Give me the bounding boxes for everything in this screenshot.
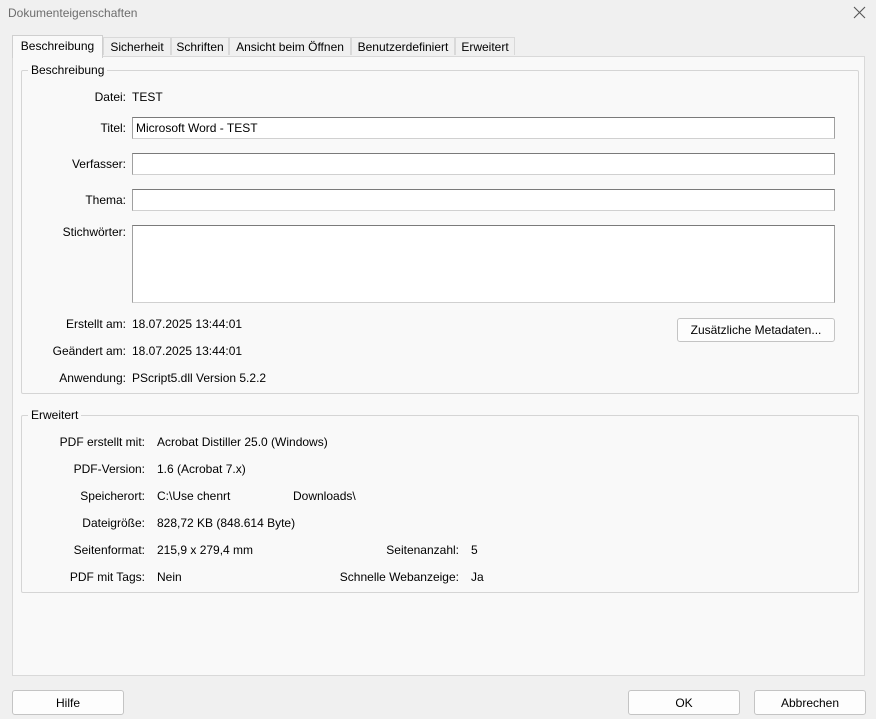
file-value: TEST xyxy=(132,90,163,104)
page-count-value: 5 xyxy=(471,543,478,557)
author-label: Verfasser: xyxy=(71,157,126,171)
producer-label: PDF erstellt mit: xyxy=(59,435,145,449)
pdf-version-value: 1.6 (Acrobat 7.x) xyxy=(157,462,246,476)
close-icon xyxy=(853,6,865,19)
subject-input[interactable] xyxy=(132,189,835,211)
tab-beschreibung[interactable]: Beschreibung xyxy=(12,35,103,58)
help-button[interactable]: Hilfe xyxy=(12,690,124,715)
tab-erweitert[interactable]: Erweitert xyxy=(455,37,515,55)
window-title: Dokumenteigenschaften xyxy=(8,6,138,20)
file-size-label: Dateigröße: xyxy=(82,516,145,530)
tagged-pdf-value: Nein xyxy=(157,570,182,584)
author-input[interactable] xyxy=(132,153,835,175)
description-group-label: Beschreibung xyxy=(28,63,108,77)
keywords-input[interactable] xyxy=(132,225,835,303)
tagged-pdf-label: PDF mit Tags: xyxy=(69,570,145,584)
tab-benutzerdefiniert[interactable]: Benutzerdefiniert xyxy=(351,37,455,55)
document-properties-dialog: Dokumenteigenschaften Beschreibung Siche… xyxy=(0,0,876,719)
title-bar: Dokumenteigenschaften xyxy=(0,0,876,28)
created-label: Erstellt am: xyxy=(65,317,126,331)
additional-metadata-button[interactable]: Zusätzliche Metadaten... xyxy=(677,318,835,342)
modified-label: Geändert am: xyxy=(52,344,126,358)
title-input[interactable] xyxy=(132,117,835,139)
description-group: Beschreibung Datei: TEST Titel: Verfasse… xyxy=(21,63,859,394)
title-label: Titel: xyxy=(100,121,126,135)
tab-schriften[interactable]: Schriften xyxy=(171,37,229,55)
cancel-button[interactable]: Abbrechen xyxy=(754,690,866,715)
producer-value: Acrobat Distiller 25.0 (Windows) xyxy=(157,435,328,449)
page-count-label: Seitenanzahl: xyxy=(386,543,459,557)
modified-value: 18.07.2025 13:44:01 xyxy=(132,344,243,358)
subject-label: Thema: xyxy=(85,193,126,207)
file-label: Datei: xyxy=(94,90,126,104)
location-value-prefix: C:\Use chenrt xyxy=(157,489,231,503)
ok-button[interactable]: OK xyxy=(628,690,740,715)
pdf-version-label: PDF-Version: xyxy=(73,462,145,476)
location-value-suffix: Downloads\ xyxy=(293,489,356,503)
location-label: Speicherort: xyxy=(80,489,145,503)
keywords-label: Stichwörter: xyxy=(62,225,126,239)
page-size-value: 215,9 x 279,4 mm xyxy=(157,543,254,557)
created-value: 18.07.2025 13:44:01 xyxy=(132,317,243,331)
advanced-group-label: Erweitert xyxy=(28,408,82,422)
application-label: Anwendung: xyxy=(59,371,126,385)
close-button[interactable] xyxy=(848,3,870,23)
redacted-area xyxy=(247,486,293,504)
file-size-value: 828,72 KB (848.614 Byte) xyxy=(157,516,296,530)
page-size-label: Seitenformat: xyxy=(73,543,145,557)
advanced-group: Erweitert PDF erstellt mit: Acrobat Dist… xyxy=(21,408,859,593)
tab-ansicht-beim-oeffnen[interactable]: Ansicht beim Öffnen xyxy=(229,37,351,55)
application-value: PScript5.dll Version 5.2.2 xyxy=(132,371,267,385)
fast-web-view-label: Schnelle Webanzeige: xyxy=(339,570,459,584)
fast-web-view-value: Ja xyxy=(471,570,484,584)
tab-sicherheit[interactable]: Sicherheit xyxy=(103,37,171,55)
tab-panel: Beschreibung Datei: TEST Titel: Verfasse… xyxy=(12,56,865,676)
